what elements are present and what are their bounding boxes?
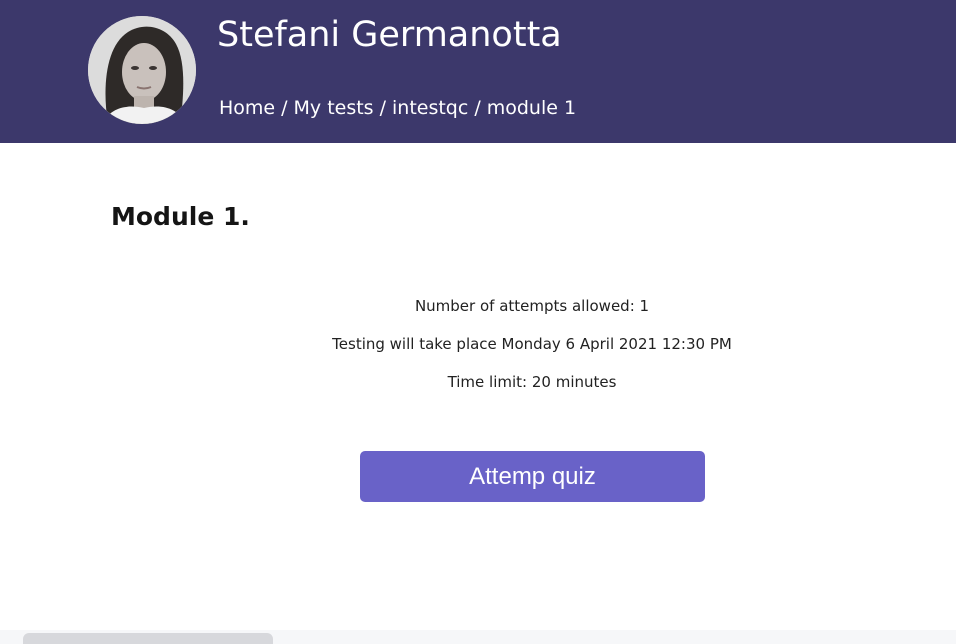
breadcrumb: Home / My tests / intestqc / module 1 <box>219 95 576 121</box>
user-name: Stefani Germanotta <box>217 15 562 55</box>
breadcrumb-my-tests-link[interactable]: My tests <box>294 97 374 119</box>
breadcrumb-separator: / <box>281 97 288 119</box>
user-avatar-icon <box>88 16 196 124</box>
attempt-quiz-button[interactable]: Attemp quiz <box>360 451 705 502</box>
header-bar: Stefani Germanotta Home / My tests / intestq… <box>0 0 956 143</box>
breadcrumb-home-link[interactable]: Home <box>219 97 275 119</box>
page: Stefani Germanotta Home / My tests / intestq… <box>0 0 956 644</box>
time-limit-text: Time limit: 20 minutes <box>447 373 617 391</box>
testing-schedule-text: Testing will take place Monday 6 April 2… <box>332 335 732 353</box>
breadcrumb-course-link[interactable]: intestqc <box>392 97 468 119</box>
breadcrumb-separator: / <box>379 97 386 119</box>
breadcrumb-current: module 1 <box>486 97 577 119</box>
avatar[interactable] <box>88 16 196 124</box>
horizontal-scrollbar-thumb[interactable] <box>23 633 273 644</box>
page-title: Module 1. <box>111 202 250 231</box>
attempts-allowed-text: Number of attempts allowed: 1 <box>414 297 650 315</box>
breadcrumb-separator: / <box>474 97 481 119</box>
